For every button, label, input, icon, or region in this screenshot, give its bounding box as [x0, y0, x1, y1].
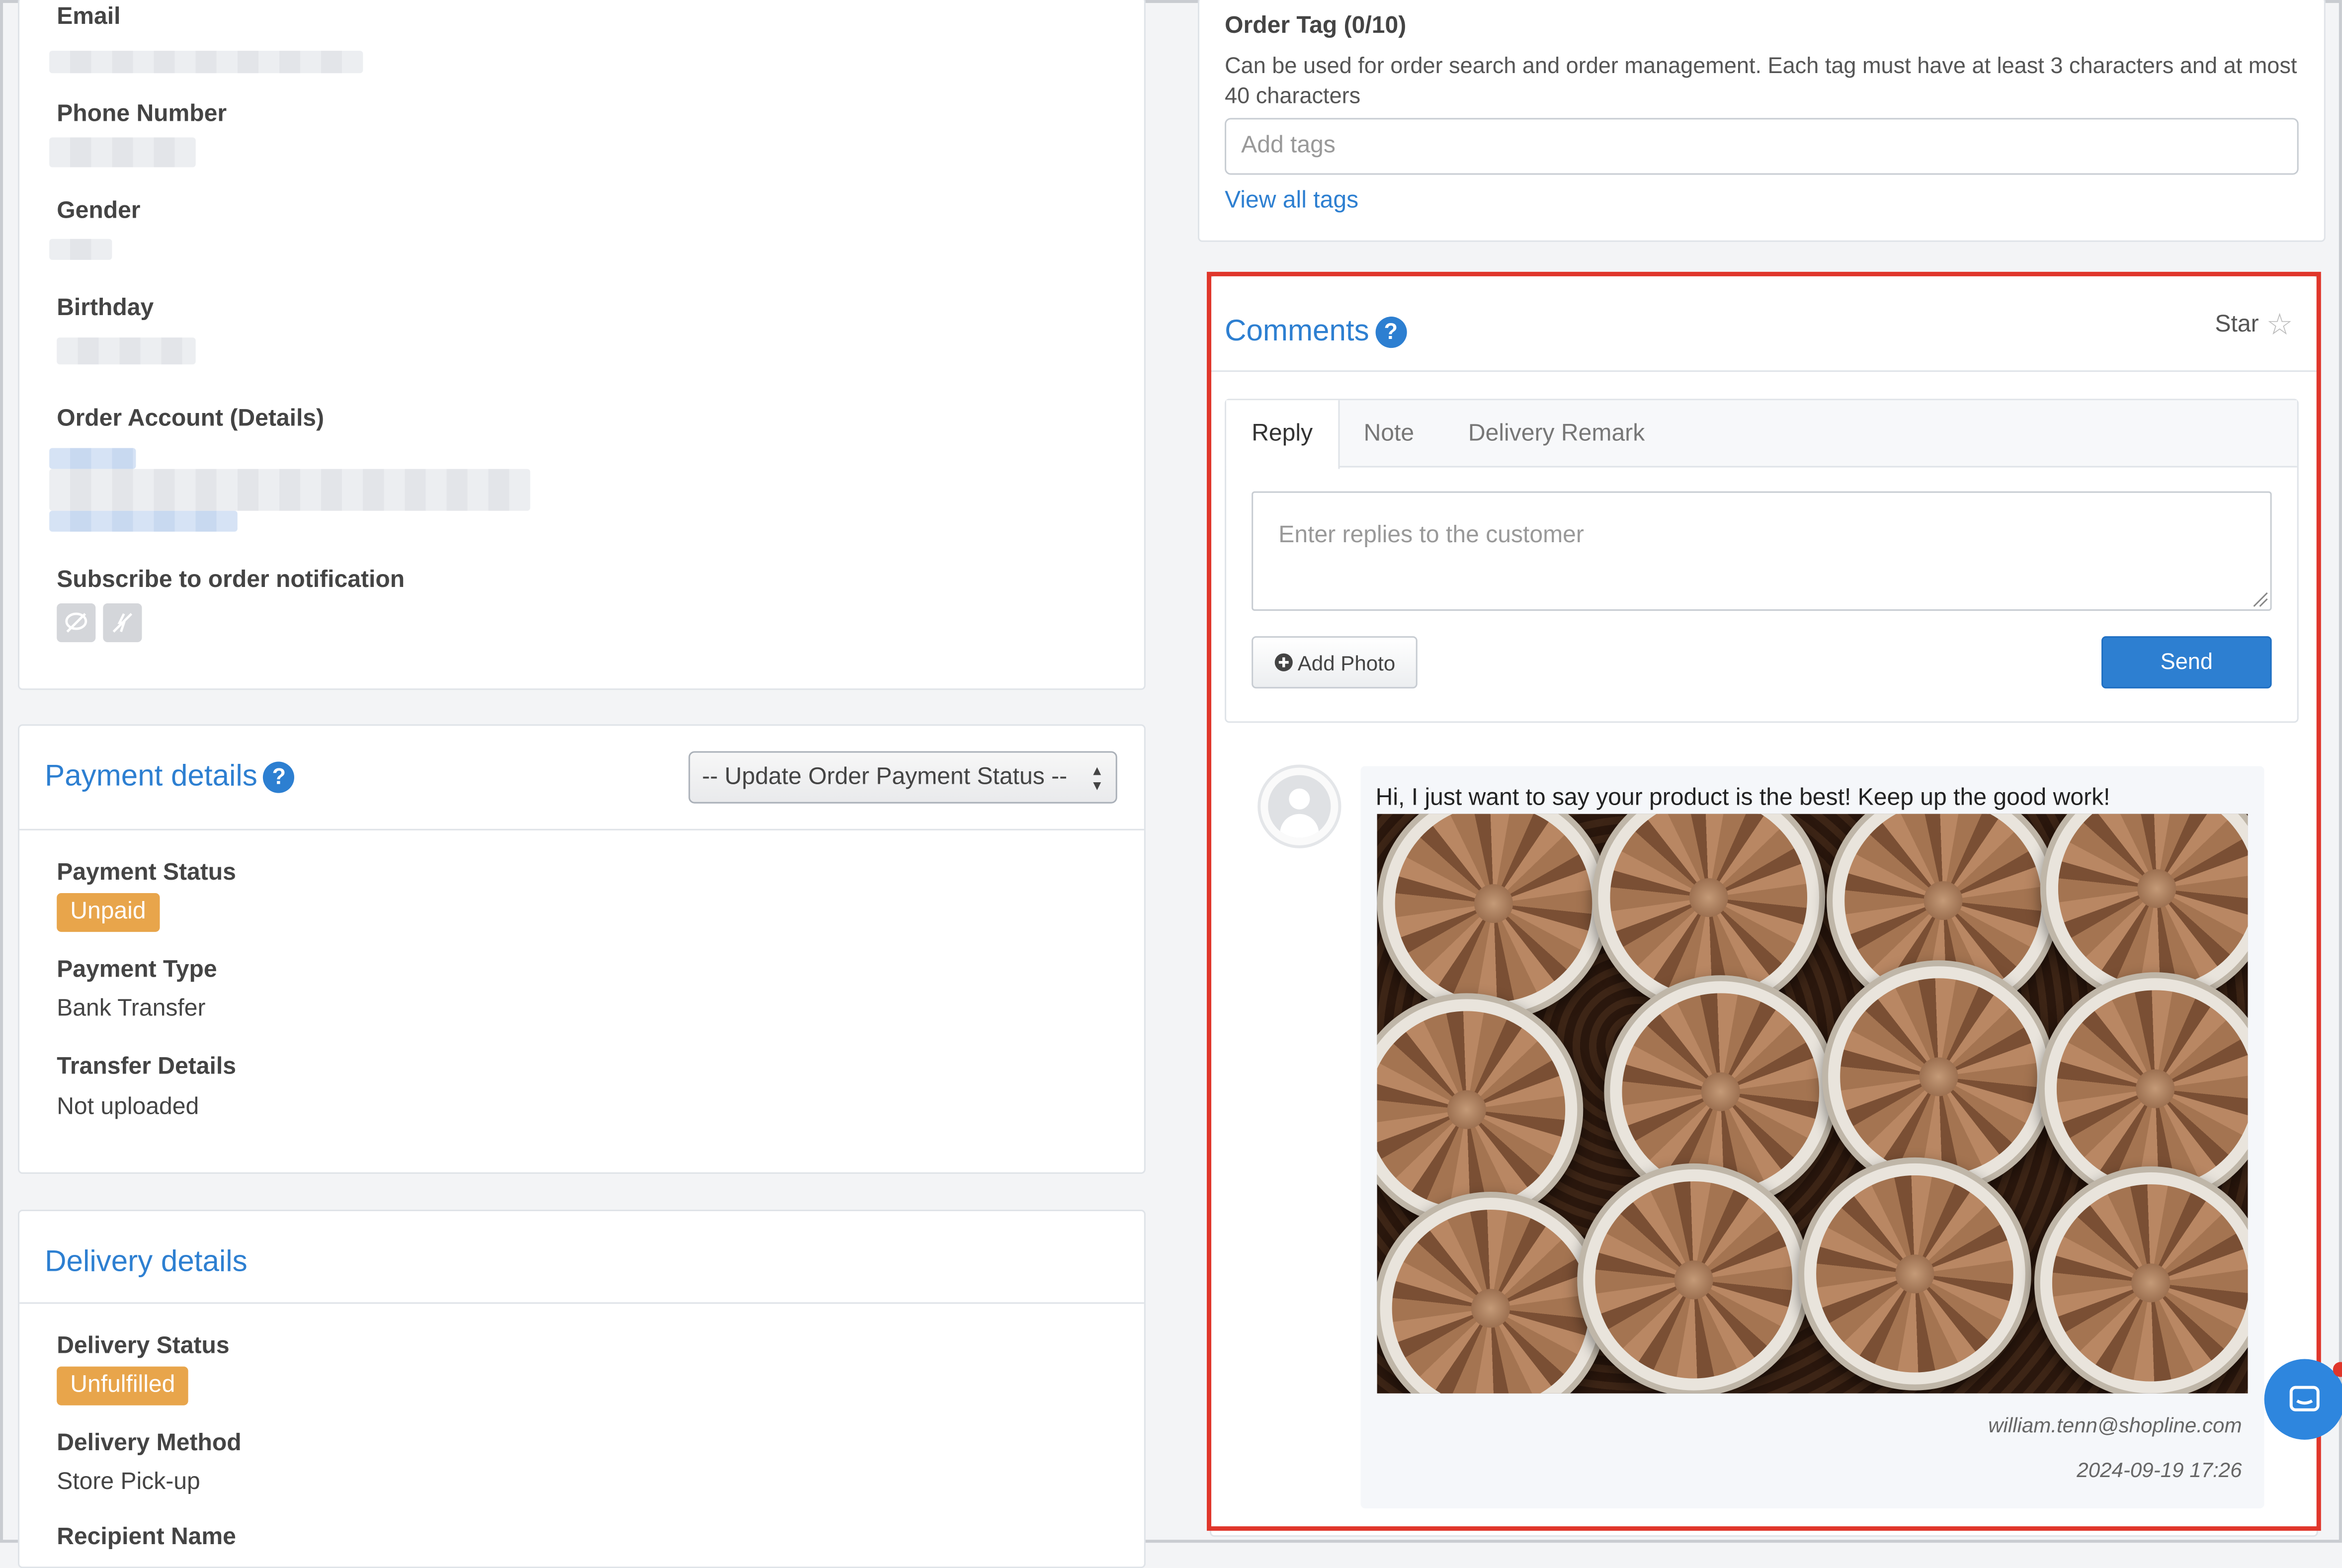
payment-status-label: Payment Status	[57, 860, 236, 886]
transfer-details-label: Transfer Details	[57, 1054, 236, 1080]
order-account-value-redacted	[49, 469, 530, 511]
email-value-redacted	[49, 51, 363, 74]
order-tag-title: Order Tag (0/10)	[1225, 13, 1407, 39]
delivery-divider	[19, 1302, 1144, 1304]
transfer-details-value: Not uploaded	[57, 1094, 199, 1120]
add-tags-input[interactable]: Add tags	[1225, 118, 2299, 175]
delivery-title: Delivery details	[45, 1245, 248, 1279]
order-account-label: Order Account (Details)	[57, 406, 325, 432]
view-all-tags-link[interactable]: View all tags	[1225, 188, 1358, 215]
delivery-status-badge: Unfulfilled	[57, 1366, 189, 1405]
notification-dot	[2333, 1362, 2342, 1377]
payment-status-badge: Unpaid	[57, 893, 160, 932]
update-payment-status-select[interactable]: -- Update Order Payment Status -- ▲ ▼	[688, 751, 1117, 804]
line-notification-icon	[57, 603, 96, 643]
payment-title-text: Payment details	[45, 760, 257, 793]
delivery-status-label: Delivery Status	[57, 1333, 230, 1359]
chat-widget-button[interactable]	[2264, 1359, 2342, 1440]
order-detail-page: Email Phone Number Gender Birthday Order…	[0, 0, 2342, 1568]
recipient-name-label: Recipient Name	[57, 1525, 236, 1551]
email-label: Email	[57, 4, 121, 30]
payment-title: Payment details?	[45, 760, 295, 795]
chat-bubble-icon	[2289, 1386, 2320, 1411]
order-tag-description: Can be used for order search and order m…	[1225, 54, 2297, 109]
gender-label: Gender	[57, 198, 141, 224]
update-payment-status-value: -- Update Order Payment Status --	[702, 764, 1068, 790]
order-account-link-redacted[interactable]	[49, 448, 136, 469]
highlight-frame	[1207, 271, 2321, 1531]
payment-type-label: Payment Type	[57, 957, 217, 983]
gender-value-redacted	[49, 239, 112, 260]
payment-type-value: Bank Transfer	[57, 996, 206, 1022]
delivery-method-value: Store Pick-up	[57, 1469, 200, 1495]
birthday-label: Birthday	[57, 295, 154, 322]
messenger-notification-icon	[103, 603, 142, 643]
phone-value-redacted	[49, 137, 196, 167]
order-account-email-redacted[interactable]	[49, 510, 238, 532]
delivery-method-label: Delivery Method	[57, 1430, 242, 1456]
select-arrows-icon: ▲ ▼	[1090, 763, 1104, 793]
help-icon[interactable]: ?	[263, 762, 295, 794]
payment-divider	[19, 828, 1144, 830]
phone-label: Phone Number	[57, 101, 227, 127]
birthday-value-redacted	[57, 337, 196, 365]
subscribe-label: Subscribe to order notification	[57, 567, 405, 593]
